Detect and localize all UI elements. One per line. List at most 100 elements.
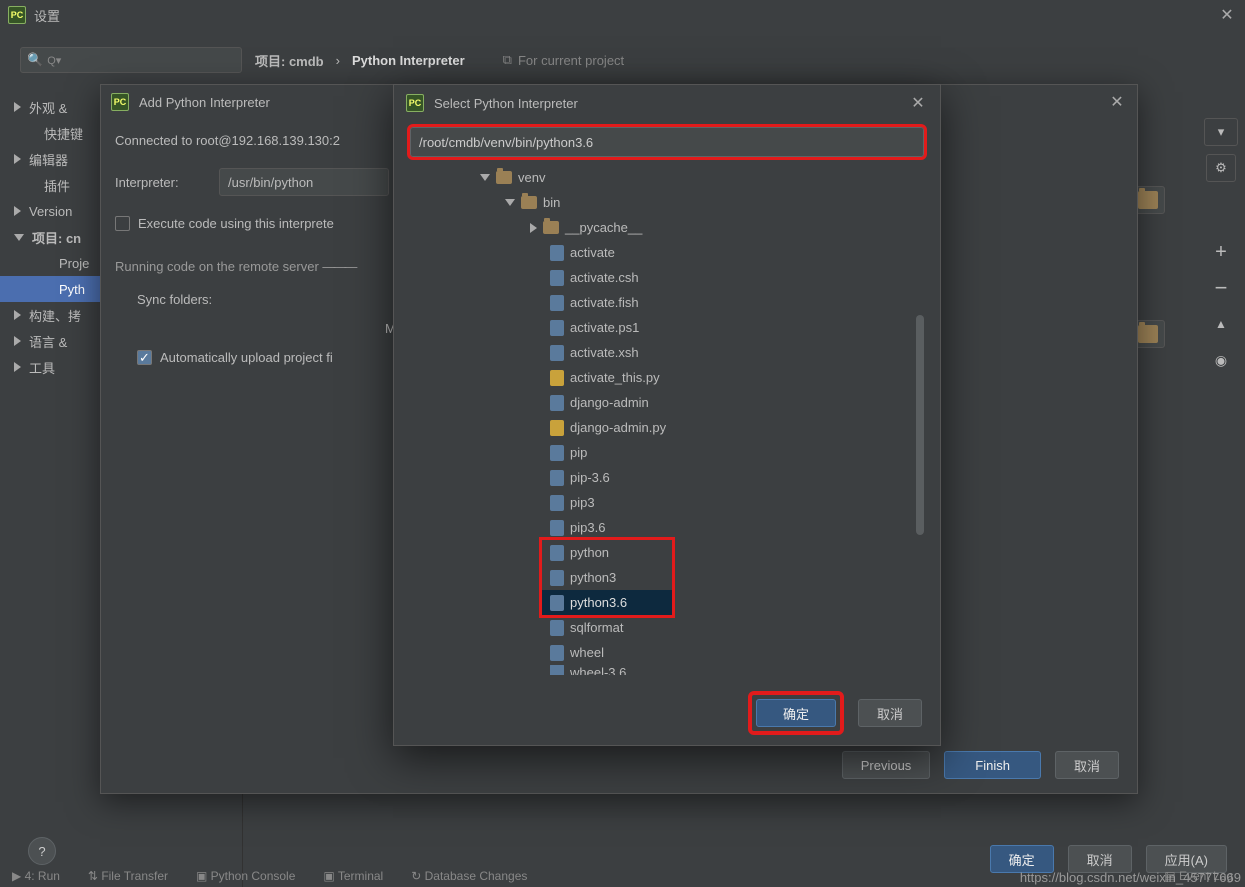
tree-item-label: venv [518, 170, 545, 185]
close-icon[interactable]: ✕ [908, 93, 928, 113]
file-row[interactable]: pip-3.6 [410, 465, 924, 490]
folder-row[interactable]: venv [410, 165, 924, 190]
file-icon [550, 520, 564, 536]
gear-icon: ⚙ [1215, 160, 1227, 176]
sidebar-item-label: Pyth [59, 282, 85, 297]
copy-icon: ⧉ [503, 52, 512, 68]
interpreter-label: Interpreter: [115, 175, 205, 190]
chevron-right-icon [14, 154, 21, 164]
file-icon [550, 620, 564, 636]
help-button[interactable]: ? [28, 837, 56, 865]
ok-button[interactable]: 确定 [756, 699, 836, 727]
file-row[interactable]: sqlformat [410, 615, 924, 640]
chevron-down-icon [14, 234, 24, 241]
chevron-right-icon [14, 102, 21, 112]
tab-file-transfer[interactable]: ⇅ File Transfer [88, 869, 168, 883]
gear-button[interactable]: ⚙ [1206, 154, 1236, 182]
sidebar-item-label: Proje [59, 256, 89, 271]
file-row[interactable]: activate [410, 240, 924, 265]
file-row[interactable]: activate.csh [410, 265, 924, 290]
file-icon [550, 545, 564, 561]
sync-label: Sync folders: [137, 292, 212, 307]
tree-item-label: python3.6 [570, 595, 627, 610]
tab-terminal[interactable]: ▣ Terminal [323, 869, 383, 883]
tree-item-label: bin [543, 195, 560, 210]
interpreter-input[interactable]: /usr/bin/python [219, 168, 389, 196]
pycharm-icon: PC [111, 93, 129, 111]
exec-checkbox[interactable] [115, 216, 130, 231]
close-icon[interactable]: ✕ [1217, 5, 1237, 25]
sidebar-item-label: 构建、拷 [29, 306, 81, 325]
file-row[interactable]: activate.ps1 [410, 315, 924, 340]
auto-upload-checkbox[interactable]: ✓ [137, 350, 152, 365]
file-row[interactable]: activate.fish [410, 290, 924, 315]
tab-run[interactable]: ▶ 4: Run [12, 869, 60, 883]
up-button[interactable]: ▲ [1206, 310, 1236, 338]
settings-header: 🔍 Q▾ 项目: cmdb › Python Interpreter ⧉ For… [0, 30, 1245, 90]
minus-button[interactable]: − [1206, 274, 1236, 302]
plus-button[interactable]: + [1206, 238, 1236, 266]
file-row[interactable]: activate_this.py [410, 365, 924, 390]
eye-button[interactable]: ◉ [1206, 346, 1236, 374]
file-row[interactable]: django-admin.py [410, 415, 924, 440]
path-input[interactable]: /root/cmdb/venv/bin/python3.6 [410, 127, 924, 157]
chevron-down-icon [480, 174, 490, 181]
python-file-icon [550, 420, 564, 436]
add-dialog-footer: Previous Finish 取消 [842, 751, 1119, 779]
right-toolbar: ▾ ⚙ + − ▲ ◉ [1201, 118, 1241, 374]
file-row[interactable]: django-admin [410, 390, 924, 415]
sidebar-item-label: 编辑器 [29, 150, 68, 169]
file-icon [550, 645, 564, 661]
dropdown-button[interactable]: ▾ [1204, 118, 1238, 146]
file-icon [550, 245, 564, 261]
sidebar-item-label: 快捷键 [44, 124, 83, 143]
file-row[interactable]: pip3.6 [410, 515, 924, 540]
select-dialog-header: PC Select Python Interpreter ✕ [394, 85, 940, 121]
ok-highlight: 确定 [752, 695, 840, 731]
file-row[interactable]: wheel-3.6 [410, 665, 924, 675]
pycharm-icon: PC [406, 94, 424, 112]
window-title: 设置 [34, 6, 60, 25]
file-icon [550, 665, 564, 675]
tab-database-changes[interactable]: ↻ Database Changes [411, 869, 527, 883]
previous-button[interactable]: Previous [842, 751, 931, 779]
auto-upload-label: Automatically upload project fi [160, 350, 333, 365]
tree-item-label: pip3 [570, 495, 595, 510]
select-dialog-title: Select Python Interpreter [434, 96, 578, 111]
browse-icon [1138, 325, 1158, 343]
search-input[interactable]: 🔍 Q▾ [20, 47, 242, 73]
file-row[interactable]: python3 [542, 565, 672, 590]
file-row[interactable]: python [542, 540, 672, 565]
file-icon [550, 570, 564, 586]
file-icon [550, 470, 564, 486]
for-current-project: ⧉ For current project [503, 52, 625, 68]
tree-item-label: python [570, 545, 609, 560]
breadcrumb-project: 项目: cmdb [255, 51, 324, 70]
folder-icon [521, 196, 537, 209]
tree-item-label: pip [570, 445, 587, 460]
file-icon [550, 595, 564, 611]
file-tree[interactable]: venv bin __pycache__activate activate.csh ac… [410, 165, 924, 675]
cancel-button[interactable]: 取消 [1055, 751, 1119, 779]
tree-item-label: activate.csh [570, 270, 639, 285]
search-icon: 🔍 [27, 52, 43, 68]
scrollbar[interactable] [916, 315, 924, 535]
file-row[interactable]: pip3 [410, 490, 924, 515]
file-row[interactable]: activate.xsh [410, 340, 924, 365]
breadcrumb-sep: › [336, 53, 340, 68]
finish-button[interactable]: Finish [944, 751, 1041, 779]
file-row[interactable]: pip [410, 440, 924, 465]
tree-item-label: pip3.6 [570, 520, 605, 535]
folder-row[interactable]: __pycache__ [410, 215, 924, 240]
cancel-button[interactable]: 取消 [858, 699, 922, 727]
python-highlight-group: python python3 python3.6 [542, 540, 672, 615]
tree-item-label: django-admin [570, 395, 649, 410]
tab-python-console[interactable]: ▣ Python Console [196, 869, 295, 883]
tree-item-label: activate.xsh [570, 345, 639, 360]
file-row[interactable]: wheel [410, 640, 924, 665]
folder-row[interactable]: bin [410, 190, 924, 215]
select-interpreter-dialog: PC Select Python Interpreter ✕ /root/cmd… [393, 84, 941, 746]
file-row[interactable]: python3.6 [542, 590, 672, 615]
sidebar-item-label: 语言 & [29, 332, 67, 351]
close-icon[interactable]: ✕ [1107, 92, 1127, 112]
